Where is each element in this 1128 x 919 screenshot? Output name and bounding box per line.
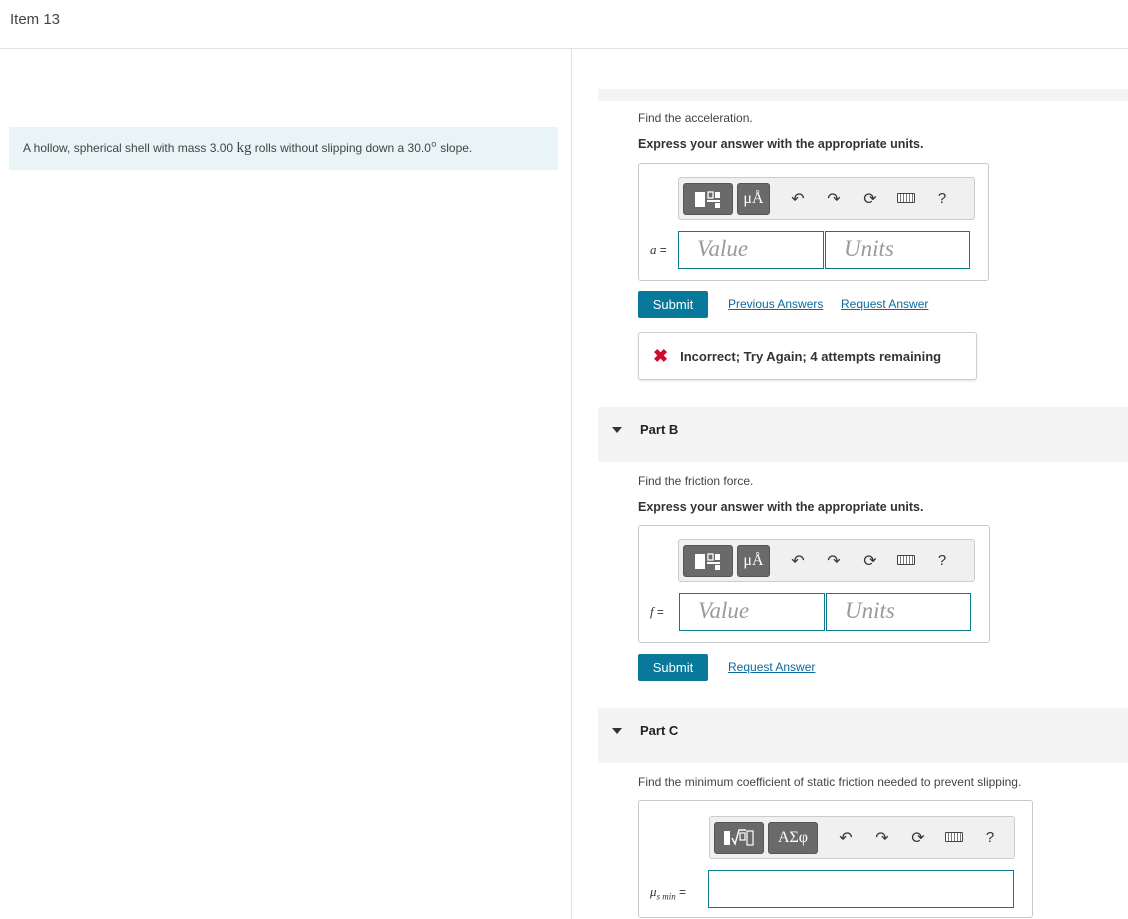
part-b-value-input[interactable]: Value: [679, 593, 825, 631]
reset-icon[interactable]: ⟳: [852, 189, 888, 209]
item-title: Item 13: [10, 11, 61, 28]
part-a-toolbar: μÅ ↶ ↷ ⟳ ?: [678, 177, 975, 220]
part-c-toolbar: ΑΣφ ↶ ↷ ⟳ ?: [709, 816, 1015, 859]
part-c-prompt: Find the minimum coefficient of static f…: [638, 775, 1022, 789]
templates-icon: [695, 552, 720, 570]
part-a-header-bar: [598, 89, 1128, 101]
part-a-equals: =: [659, 243, 667, 257]
column-divider: [571, 49, 572, 919]
part-b-toolbar: μÅ ↶ ↷ ⟳ ?: [678, 539, 975, 582]
templates-icon: [724, 828, 754, 846]
part-a-answer-box: μÅ ↶ ↷ ⟳ ? a = Value Units: [638, 163, 989, 281]
part-b-answer-box: μÅ ↶ ↷ ⟳ ? f = Value Units: [638, 525, 990, 643]
problem-text-post: slope.: [436, 141, 473, 155]
units-button[interactable]: μÅ: [737, 544, 770, 577]
part-b-prompt: Find the friction force.: [638, 474, 754, 488]
help-icon[interactable]: ?: [924, 190, 960, 207]
mass-unit: kg: [236, 140, 252, 156]
part-c-variable-subscript: s min: [656, 891, 676, 902]
part-c-variable-label: μs min =: [650, 884, 686, 902]
part-b-request-answer-link[interactable]: Request Answer: [728, 660, 815, 674]
part-b-submit-button[interactable]: Submit: [638, 654, 708, 681]
part-b-variable: f: [650, 604, 654, 619]
reset-icon[interactable]: ⟳: [852, 551, 888, 571]
part-c-label: Part C: [640, 723, 679, 738]
templates-icon: [695, 190, 720, 208]
previous-answers-link[interactable]: Previous Answers: [728, 297, 823, 311]
part-a-prompt: Find the acceleration.: [638, 111, 753, 125]
part-b-units-input[interactable]: Units: [826, 593, 971, 631]
incorrect-icon: ✖: [653, 345, 669, 366]
redo-icon[interactable]: ↷: [864, 828, 900, 848]
redo-icon[interactable]: ↷: [816, 551, 852, 571]
help-icon[interactable]: ?: [972, 829, 1008, 846]
greek-button[interactable]: ΑΣφ: [768, 821, 818, 854]
part-c-collapse-icon[interactable]: [612, 728, 622, 734]
mu-angstrom-icon: μÅ: [743, 189, 764, 207]
part-b-equals: =: [656, 605, 664, 619]
templates-button[interactable]: [683, 544, 733, 577]
feedback-message: Incorrect; Try Again; 4 attempts remaini…: [680, 348, 942, 364]
greek-alpha-sigma-phi-icon: ΑΣφ: [777, 828, 809, 846]
part-a-instruction: Express your answer with the appropriate…: [638, 137, 924, 151]
keyboard-icon[interactable]: [888, 190, 924, 208]
part-b-collapse-icon[interactable]: [612, 427, 622, 433]
problem-text-mid: rolls without slipping down a 30.0: [251, 141, 431, 155]
templates-button[interactable]: [714, 821, 764, 854]
header-divider: [0, 48, 1128, 49]
keyboard-icon[interactable]: [936, 829, 972, 847]
part-c-answer-input[interactable]: [708, 870, 1014, 908]
units-button[interactable]: μÅ: [737, 182, 770, 215]
part-a-units-input[interactable]: Units: [825, 231, 970, 269]
problem-statement: A hollow, spherical shell with mass 3.00…: [9, 127, 558, 170]
part-c-equals: =: [679, 885, 687, 899]
part-a-variable-label: a =: [650, 242, 667, 258]
keyboard-icon[interactable]: [888, 552, 924, 570]
help-icon[interactable]: ?: [924, 552, 960, 569]
part-a-value-input[interactable]: Value: [678, 231, 824, 269]
part-a-submit-button[interactable]: Submit: [638, 291, 708, 318]
templates-button[interactable]: [683, 182, 733, 215]
part-c-answer-box: ΑΣφ ↶ ↷ ⟳ ? μs min =: [638, 800, 1033, 918]
undo-icon[interactable]: ↶: [828, 828, 864, 848]
undo-icon[interactable]: ↶: [780, 551, 816, 571]
redo-icon[interactable]: ↷: [816, 189, 852, 209]
part-b-instruction: Express your answer with the appropriate…: [638, 500, 924, 514]
reset-icon[interactable]: ⟳: [900, 828, 936, 848]
part-b-label: Part B: [640, 422, 679, 437]
mu-angstrom-icon: μÅ: [743, 551, 764, 569]
problem-text-pre: A hollow, spherical shell with mass 3.00: [23, 141, 237, 155]
part-b-variable-label: f =: [650, 604, 664, 620]
part-a-request-answer-link[interactable]: Request Answer: [841, 297, 928, 311]
undo-icon[interactable]: ↶: [780, 189, 816, 209]
part-a-feedback: ✖ Incorrect; Try Again; 4 attempts remai…: [638, 332, 977, 380]
part-a-variable: a: [650, 242, 657, 257]
